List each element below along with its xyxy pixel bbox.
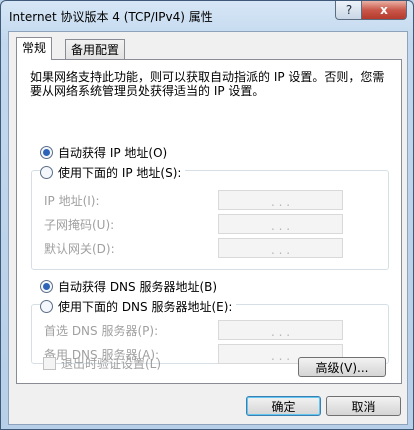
tab-general[interactable]: 常规 xyxy=(16,37,53,60)
ip-manual-option[interactable]: 使用下面的 IP 地址(S): xyxy=(40,164,186,181)
preferred-dns-field[interactable]: . . . xyxy=(218,320,343,340)
validate-option[interactable]: 退出时验证设置(L) xyxy=(43,355,161,372)
dns-auto-option[interactable]: 自动获得 DNS 服务器地址(B) xyxy=(40,278,217,295)
default-gateway-field[interactable]: . . . xyxy=(218,238,343,258)
advanced-button[interactable]: 高级(V)... xyxy=(298,357,386,377)
close-button[interactable]: x xyxy=(361,1,407,20)
ip-auto-label: 自动获得 IP 地址(O) xyxy=(58,146,168,160)
dns-auto-radio[interactable] xyxy=(40,280,53,293)
ip-manual-radio[interactable] xyxy=(40,166,53,179)
ok-button[interactable]: 确定 xyxy=(246,396,321,416)
ip-address-field[interactable]: . . . xyxy=(218,190,343,210)
default-gateway-label: 默认网关(D): xyxy=(44,242,115,256)
ip-manual-label: 使用下面的 IP 地址(S): xyxy=(58,166,182,180)
validate-label: 退出时验证设置(L) xyxy=(61,357,162,371)
dns-manual-option[interactable]: 使用下面的 DNS 服务器地址(E): xyxy=(40,298,237,315)
subnet-mask-label: 子网掩码(U): xyxy=(44,218,115,232)
cancel-button[interactable]: 取消 xyxy=(326,396,401,416)
general-panel: 如果网络支持此功能，则可以获取自动指派的 IP 设置。否则，您需要从网络系统管理… xyxy=(16,59,402,384)
subnet-mask-field[interactable]: . . . xyxy=(218,214,343,234)
ip-auto-radio[interactable] xyxy=(40,146,53,159)
title-bar[interactable]: Internet 协议版本 4 (TCP/IPv4) 属性 ? x xyxy=(1,1,413,29)
dns-manual-radio[interactable] xyxy=(40,300,53,313)
help-button[interactable]: ? xyxy=(335,1,363,20)
dns-auto-label: 自动获得 DNS 服务器地址(B) xyxy=(58,280,218,294)
dialog-window: Internet 协议版本 4 (TCP/IPv4) 属性 ? x 常规 备用配… xyxy=(0,0,414,430)
validate-checkbox[interactable] xyxy=(43,357,56,370)
description-text: 如果网络支持此功能，则可以获取自动指派的 IP 设置。否则，您需要从网络系统管理… xyxy=(30,70,385,98)
dialog-client: 常规 备用配置 如果网络支持此功能，则可以获取自动指派的 IP 设置。否则，您需… xyxy=(8,31,408,425)
dns-manual-label: 使用下面的 DNS 服务器地址(E): xyxy=(58,300,233,314)
preferred-dns-label: 首选 DNS 服务器(P): xyxy=(44,324,159,338)
ip-auto-option[interactable]: 自动获得 IP 地址(O) xyxy=(40,144,167,161)
tab-alternate-config[interactable]: 备用配置 xyxy=(65,39,126,60)
window-title: Internet 协议版本 4 (TCP/IPv4) 属性 xyxy=(9,10,213,24)
ip-address-label: IP 地址(I): xyxy=(44,194,100,208)
